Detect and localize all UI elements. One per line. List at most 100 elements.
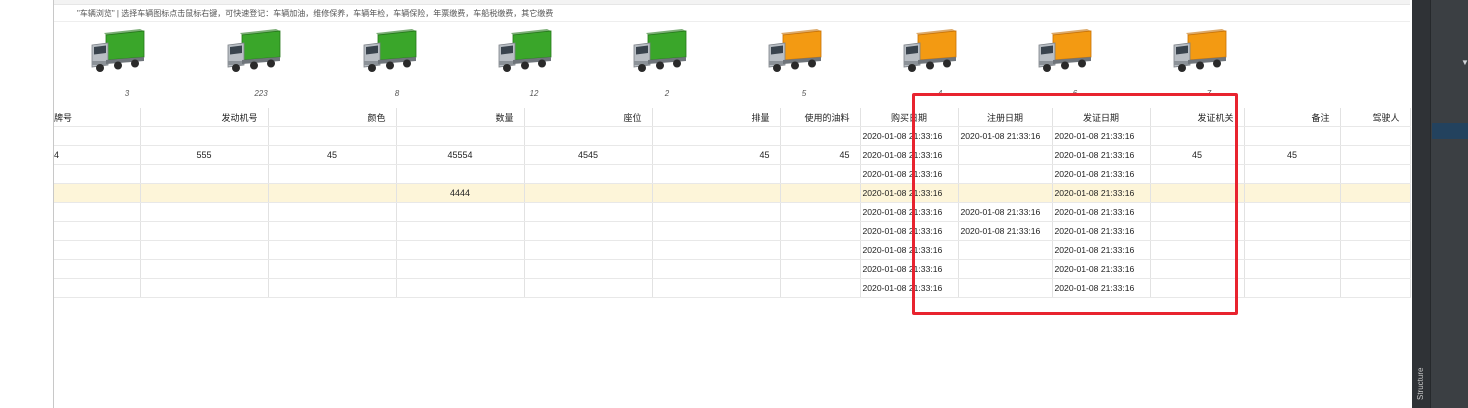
table-cell[interactable] [524,164,653,184]
table-cell[interactable]: 2020-01-08 21:33:16 [1052,240,1151,260]
table-cell[interactable] [396,278,525,298]
table-cell[interactable] [1340,221,1411,241]
table-cell[interactable] [268,164,397,184]
table-cell[interactable] [396,221,525,241]
dropdown-arrow-icon[interactable]: ▼ [1461,58,1468,67]
table-cell[interactable] [1150,126,1245,146]
column-header[interactable]: 发动机号 [140,108,269,127]
table-cell[interactable]: 2020-01-08 21:33:16 [958,221,1053,241]
table-cell[interactable] [1244,259,1341,279]
table-row[interactable]: 2020-01-08 21:33:16 2020-01-08 21:33:16 [54,278,1411,298]
table-cell[interactable] [1244,183,1341,203]
table-cell[interactable]: 2020-01-08 21:33:16 [958,126,1053,146]
table-cell[interactable] [958,145,1053,165]
column-header[interactable]: 备注 [1244,108,1341,127]
table-row[interactable]: 4444 2020-01-08 21:33:16 2020-01-08 21:33:… [54,183,1411,203]
table-cell[interactable] [54,126,141,146]
table-cell[interactable]: 4545 [524,145,653,165]
table-cell[interactable] [54,278,141,298]
table-cell[interactable] [1340,240,1411,260]
table-cell[interactable]: 2020-01-08 21:33:16 [860,221,959,241]
table-cell[interactable] [268,278,397,298]
table-cell[interactable] [396,164,525,184]
table-cell[interactable] [1340,126,1411,146]
vehicle-icon-2[interactable] [224,27,282,79]
table-cell[interactable]: 45 [1150,145,1245,165]
table-cell[interactable]: 2020-01-08 21:33:16 [1052,278,1151,298]
table-cell[interactable] [1244,126,1341,146]
table-cell[interactable] [524,278,653,298]
table-cell[interactable] [652,202,781,222]
table-cell[interactable] [1244,240,1341,260]
table-cell[interactable]: 45 [268,145,397,165]
table-cell[interactable] [1150,183,1245,203]
table-cell[interactable] [396,259,525,279]
table-row[interactable]: 2020-01-08 21:33:16 2020-01-08 21:33:16 [54,164,1411,184]
vehicle-icon-9[interactable] [1170,27,1228,79]
table-cell[interactable]: 2020-01-08 21:33:16 [1052,145,1151,165]
table-cell[interactable] [54,164,141,184]
table-cell[interactable]: 45 [652,145,781,165]
table-cell[interactable] [1244,164,1341,184]
table-cell[interactable] [268,221,397,241]
vehicle-icon-7[interactable] [900,27,958,79]
table-cell[interactable]: 2020-01-08 21:33:16 [860,126,959,146]
table-cell[interactable] [958,240,1053,260]
table-cell[interactable] [524,126,653,146]
table-cell[interactable]: 2020-01-08 21:33:16 [860,240,959,260]
vehicle-icon-6[interactable] [765,27,823,79]
table-cell[interactable] [652,183,781,203]
table-cell[interactable] [780,259,861,279]
table-cell[interactable] [524,259,653,279]
table-cell[interactable] [652,164,781,184]
column-header[interactable]: 发证日期 [1052,108,1151,127]
table-cell[interactable] [1244,221,1341,241]
table-cell[interactable]: 2020-01-08 21:33:16 [1052,183,1151,203]
table-cell[interactable]: 45 [780,145,861,165]
table-cell[interactable] [958,278,1053,298]
table-cell[interactable] [780,164,861,184]
column-header[interactable]: 发证机关 [1150,108,1245,127]
table-cell[interactable] [780,202,861,222]
table-cell[interactable] [140,221,269,241]
table-cell[interactable]: 4444 [396,183,525,203]
table-cell[interactable] [54,259,141,279]
table-cell[interactable]: 555 [140,145,269,165]
table-cell[interactable]: 2020-01-08 21:33:16 [1052,259,1151,279]
table-cell[interactable] [140,278,269,298]
table-cell[interactable] [268,240,397,260]
column-header[interactable]: 使用的油料 [780,108,861,127]
panel-selected-item[interactable] [1432,123,1468,139]
table-cell[interactable] [1340,145,1411,165]
table-cell[interactable] [268,126,397,146]
table-cell[interactable] [524,183,653,203]
table-cell[interactable] [780,183,861,203]
table-cell[interactable] [652,259,781,279]
vehicle-icon-8[interactable] [1035,27,1093,79]
table-cell[interactable] [268,183,397,203]
table-cell[interactable]: 2020-01-08 21:33:16 [860,145,959,165]
table-cell[interactable] [652,221,781,241]
table-cell[interactable] [140,202,269,222]
table-cell[interactable] [652,126,781,146]
table-cell[interactable] [1150,164,1245,184]
table-cell[interactable]: 45 [1244,145,1341,165]
structure-tab-label[interactable]: Structure [1416,368,1425,400]
table-row[interactable]: 4 555 45 45554 4545 45 45 2020-01-08 21:33:16 20… [54,145,1411,165]
column-header[interactable]: 购买日期 [860,108,959,127]
vehicle-icon-5[interactable] [630,27,688,79]
table-cell[interactable]: 2020-01-08 21:33:16 [1052,202,1151,222]
column-header[interactable]: 驾驶人 [1340,108,1411,127]
table-cell[interactable] [1150,240,1245,260]
table-cell[interactable] [396,202,525,222]
table-cell[interactable]: 2020-01-08 21:33:16 [1052,126,1151,146]
table-cell[interactable] [1340,164,1411,184]
vehicle-icon-1[interactable] [88,27,146,79]
table-cell[interactable] [780,240,861,260]
table-cell[interactable] [54,183,141,203]
table-cell[interactable]: 45554 [396,145,525,165]
table-cell[interactable] [780,126,861,146]
table-cell[interactable] [780,278,861,298]
table-cell[interactable] [140,183,269,203]
table-cell[interactable] [524,202,653,222]
